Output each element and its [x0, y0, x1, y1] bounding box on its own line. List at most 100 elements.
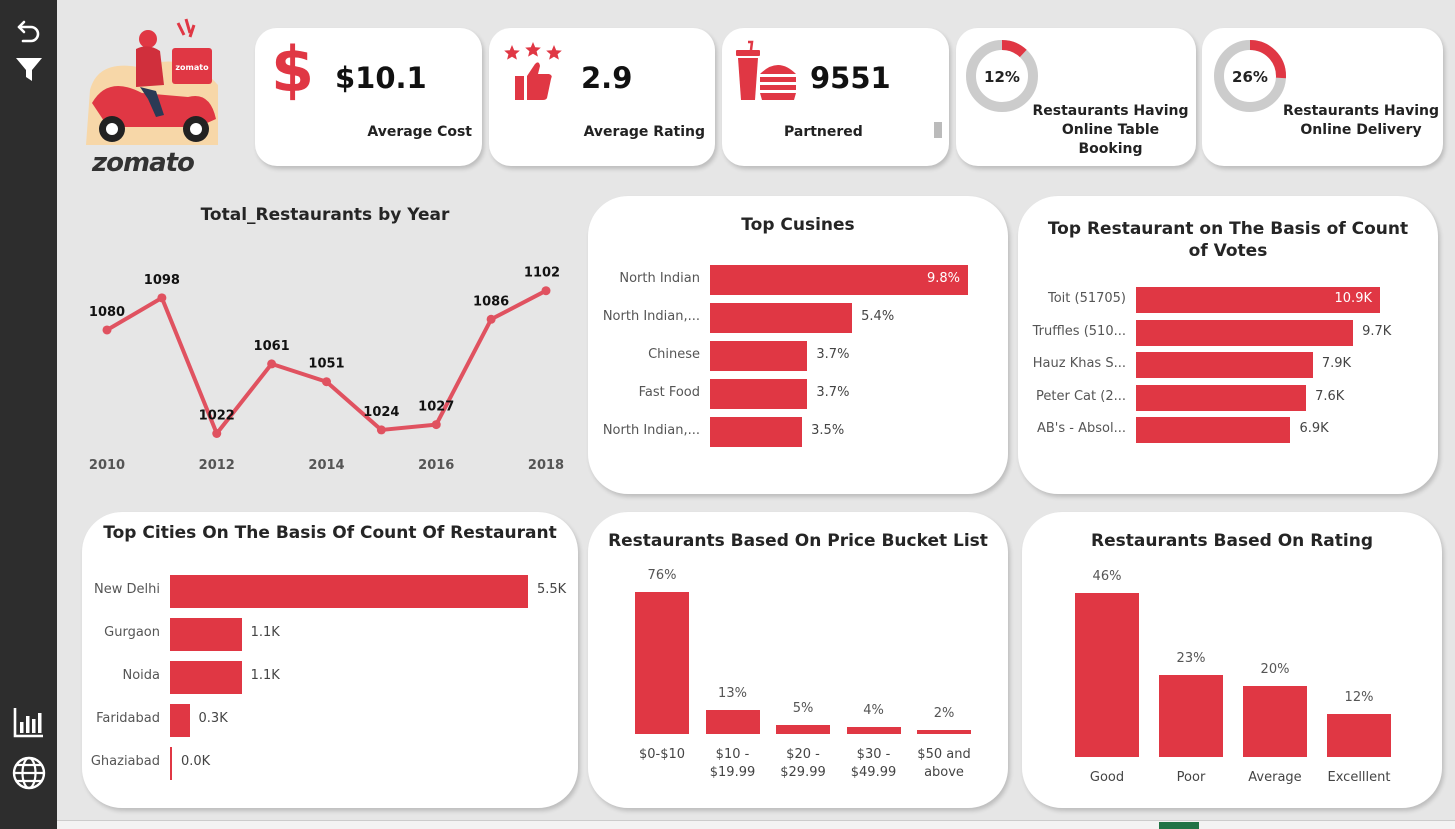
sidebar [0, 0, 57, 829]
data-label: 1022 [199, 409, 235, 424]
rating-card[interactable]: Restaurants Based On Rating 46% Good 23% Po… [1022, 512, 1442, 808]
donut-label-line1: Restaurants Having [1032, 103, 1189, 119]
chart-title: Top Cities On The Basis Of Count Of Rest… [103, 523, 557, 543]
category-label: Ghaziabad [90, 754, 160, 769]
kpi-card-average-cost[interactable]: $ $10.1 Average Cost [255, 28, 482, 166]
category-label: Gurgaon [104, 625, 160, 640]
data-point[interactable] [267, 359, 277, 369]
bar[interactable] [1243, 685, 1307, 757]
data-label: 13% [718, 685, 747, 701]
bar[interactable] [1327, 714, 1391, 757]
category-label: North Indian [619, 271, 700, 286]
x-tick-label: 2016 [418, 458, 454, 473]
category-label: Noida [122, 668, 160, 683]
bar[interactable] [635, 592, 689, 734]
category-label-line: Poor [1176, 770, 1206, 785]
back-arrow-icon[interactable] [10, 12, 48, 50]
data-point[interactable] [486, 314, 496, 324]
data-label: 1.1K [250, 668, 280, 683]
data-point[interactable] [541, 286, 551, 296]
category-label-line: Excelllent [1327, 770, 1391, 785]
donut-percent: 26% [1232, 68, 1268, 86]
bar[interactable] [917, 730, 971, 734]
zomato-logo: zomato zomato [78, 15, 228, 185]
data-label: 9.8% [926, 271, 960, 286]
data-point[interactable] [431, 420, 441, 430]
data-point[interactable] [376, 425, 386, 435]
bar[interactable] [1136, 352, 1313, 378]
donut-card-table-booking[interactable]: 12% Restaurants Having Online Table Book… [956, 28, 1196, 166]
bar[interactable] [170, 617, 242, 651]
category-label: Average [1235, 769, 1315, 787]
category-label-line: Average [1248, 770, 1302, 785]
chart-title: Top Restaurant on The Basis of Count of … [1047, 219, 1409, 261]
bar[interactable] [776, 724, 830, 734]
bar[interactable] [1159, 675, 1223, 757]
category-label: $30 - $49.99 [834, 746, 914, 782]
bar[interactable] [1136, 384, 1307, 411]
kpi-card-average-rating[interactable]: 2.9 Average Rating [489, 28, 715, 166]
category-label: North Indian,... [602, 309, 700, 324]
line-chart-title: Total_Restaurants by Year [200, 205, 450, 225]
bar[interactable] [710, 341, 808, 371]
data-label: 5.4% [861, 309, 895, 324]
data-point[interactable] [102, 325, 112, 335]
top-restaurants-votes-card[interactable]: Top Restaurant on The Basis of Count of … [1018, 196, 1438, 494]
category-label-line: $30 - [856, 747, 891, 762]
donut-label: Restaurants Having Online Delivery [1276, 102, 1446, 140]
bar[interactable] [705, 709, 760, 734]
active-page-tab[interactable] [1159, 822, 1199, 829]
bar[interactable] [1075, 593, 1139, 757]
donut-label-line2: Online Table Booking [1061, 122, 1160, 157]
data-label: 1086 [473, 294, 509, 309]
bar[interactable] [1136, 417, 1291, 443]
category-label: Faridabad [96, 711, 160, 726]
bar[interactable] [170, 746, 172, 780]
x-tick-label: 2014 [308, 458, 344, 473]
restaurants-by-year-line-chart[interactable]: 1080 1098 1022 1061 1051 1024 1027 1086 1102 2010… [80, 240, 580, 485]
data-label: 1.1K [250, 625, 280, 640]
category-label-line: $10 - [715, 747, 750, 762]
top-cities-card[interactable]: Top Cities On The Basis Of Count Of Rest… [82, 512, 578, 808]
data-point[interactable] [157, 293, 167, 303]
filter-icon[interactable] [10, 50, 48, 88]
category-label: North Indian,... [602, 423, 700, 438]
kpi-value: 9551 [810, 61, 891, 95]
bar[interactable] [710, 303, 853, 333]
data-point[interactable] [212, 429, 222, 439]
brand-name: zomato [92, 148, 195, 178]
bar[interactable] [846, 726, 901, 734]
data-label: 3.7% [816, 385, 850, 400]
data-label: 1051 [308, 357, 344, 372]
bar[interactable] [710, 379, 808, 409]
category-label-line: above [924, 765, 964, 780]
kpi-label: Average Cost [367, 124, 472, 140]
bar[interactable] [1136, 319, 1354, 346]
chart-title: Top Cusines [741, 215, 855, 235]
chart-title: Restaurants Based On Rating [1091, 531, 1373, 551]
kpi-card-partnered[interactable]: 9551 Partnered [722, 28, 949, 166]
category-label: $20 - $29.99 [763, 746, 843, 782]
x-tick-label: 2012 [199, 458, 235, 473]
category-label-line: $29.99 [780, 765, 826, 780]
bar-chart-icon[interactable] [10, 703, 48, 741]
category-label: Toit (51705) [1047, 291, 1126, 306]
data-label: 9.7K [1362, 323, 1392, 339]
bar[interactable] [710, 417, 803, 447]
bar[interactable] [170, 660, 242, 694]
top-cuisines-card[interactable]: Top Cusines North Indian 9.8% North Indian… [588, 196, 1008, 494]
bar[interactable] [170, 703, 190, 737]
price-bucket-card[interactable]: Restaurants Based On Price Bucket List 7… [588, 512, 1008, 808]
data-label: 1027 [418, 400, 454, 415]
category-label: Fast Food [638, 385, 700, 400]
data-label: 7.6K [1315, 388, 1345, 404]
data-label: 3.7% [816, 347, 850, 362]
category-label-line: $49.99 [850, 765, 897, 780]
bar[interactable] [170, 574, 528, 608]
category-label: Good [1067, 769, 1147, 787]
data-point[interactable] [322, 377, 331, 387]
scroll-indicator[interactable] [934, 122, 942, 138]
donut-card-online-delivery[interactable]: 26% Restaurants Having Online Delivery [1202, 28, 1443, 166]
globe-icon[interactable] [10, 754, 48, 792]
data-label: 6.9K [1299, 421, 1329, 436]
